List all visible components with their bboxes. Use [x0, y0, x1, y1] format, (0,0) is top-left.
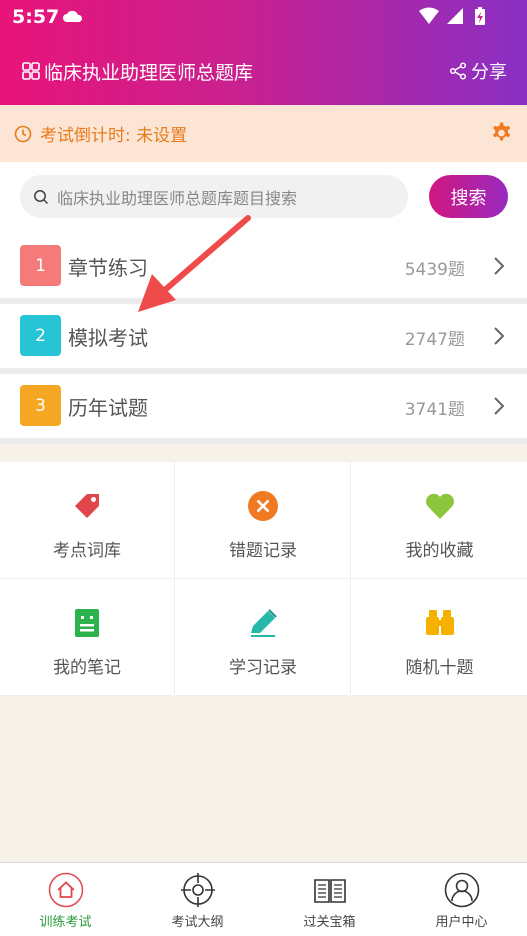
- category-chapter-practice[interactable]: 1 章节练习 5439题: [0, 234, 527, 298]
- page-title: 临床执业助理医师总题库: [22, 56, 253, 86]
- nav-label: 训练考试: [39, 915, 92, 930]
- nav-treasure-box[interactable]: 过关宝箱: [264, 863, 395, 936]
- nav-label: 用户中心: [435, 915, 488, 930]
- binoculars-icon: [425, 610, 454, 635]
- app-title-text: 临床执业助理医师总题库: [44, 61, 254, 84]
- tool-keyword-library[interactable]: 考点词库: [0, 462, 175, 579]
- tool-favorites[interactable]: 我的收藏: [352, 462, 527, 579]
- pencil-icon: [251, 609, 277, 637]
- close-circle-icon: [248, 491, 278, 521]
- tool-label: 错题记录: [229, 541, 297, 561]
- status-indicators-icon: [419, 7, 485, 25]
- category-number-badge: 2: [20, 315, 61, 356]
- cloud-icon: [63, 10, 83, 22]
- search-placeholder: 临床执业助理医师总题库题目搜索: [57, 188, 298, 208]
- target-icon: [180, 873, 215, 907]
- category-count: 3741题: [404, 400, 465, 420]
- category-count: 2747题: [404, 330, 465, 350]
- category-number-badge: 1: [20, 245, 61, 286]
- grid-icon: [22, 62, 40, 80]
- share-label: 分享: [471, 62, 507, 83]
- tool-random-ten[interactable]: 随机十题: [352, 579, 527, 696]
- status-time: 5:57: [12, 6, 60, 28]
- bottom-nav: 训练考试 考试大纲 过关宝箱 用户中心: [0, 862, 527, 936]
- heart-icon: [425, 493, 454, 519]
- tools-grid: 考点词库 错题记录 我的收藏 我的笔记 学习记录 随机十题: [0, 462, 527, 696]
- exam-countdown-bar: 考试倒计时: 未设置: [0, 105, 527, 162]
- clock-icon: [14, 125, 32, 142]
- category-mock-exam[interactable]: 2 模拟考试 2747题: [0, 304, 527, 368]
- nav-exam-outline[interactable]: 考试大纲: [132, 863, 263, 936]
- chevron-right-icon: [494, 327, 505, 345]
- nav-training-exam[interactable]: 训练考试: [0, 863, 131, 936]
- tool-notes[interactable]: 我的笔记: [0, 579, 175, 696]
- search-icon: [34, 189, 49, 204]
- nav-label: 过关宝箱: [303, 915, 356, 930]
- tool-label: 我的笔记: [53, 658, 121, 678]
- tool-study-history[interactable]: 学习记录: [176, 579, 351, 696]
- home-icon: [48, 872, 83, 908]
- chevron-right-icon: [494, 397, 505, 415]
- tag-icon: [75, 494, 99, 518]
- search-section: 临床执业助理医师总题库题目搜索 搜索: [0, 162, 527, 234]
- tool-label: 随机十题: [405, 658, 474, 678]
- search-button[interactable]: 搜索: [429, 175, 508, 218]
- category-label: 历年试题: [68, 396, 148, 420]
- nav-label: 考试大纲: [171, 915, 224, 930]
- book-icon: [313, 879, 346, 903]
- gear-icon[interactable]: [489, 121, 513, 145]
- category-number-badge: 3: [20, 385, 61, 426]
- app-header: 5:57 临床执业助理医师总题库 分享: [0, 0, 527, 105]
- category-past-exams[interactable]: 3 历年试题 3741题: [0, 374, 527, 438]
- status-bar: 5:57: [0, 0, 527, 34]
- category-label: 模拟考试: [68, 326, 148, 350]
- divider: [0, 438, 527, 444]
- tool-label: 考点词库: [53, 541, 121, 561]
- annotation-arrow-icon: [138, 215, 251, 312]
- tool-wrong-answers[interactable]: 错题记录: [176, 462, 351, 579]
- share-button[interactable]: 分享: [449, 58, 507, 84]
- user-icon: [444, 872, 479, 908]
- chevron-right-icon: [494, 257, 505, 275]
- tool-label: 我的收藏: [405, 541, 474, 561]
- nav-user-center[interactable]: 用户中心: [396, 863, 527, 936]
- note-icon: [75, 609, 99, 637]
- countdown-text: 考试倒计时: 未设置: [40, 126, 188, 146]
- share-icon: [449, 62, 467, 80]
- category-count: 5439题: [404, 260, 465, 280]
- tool-label: 学习记录: [229, 658, 297, 678]
